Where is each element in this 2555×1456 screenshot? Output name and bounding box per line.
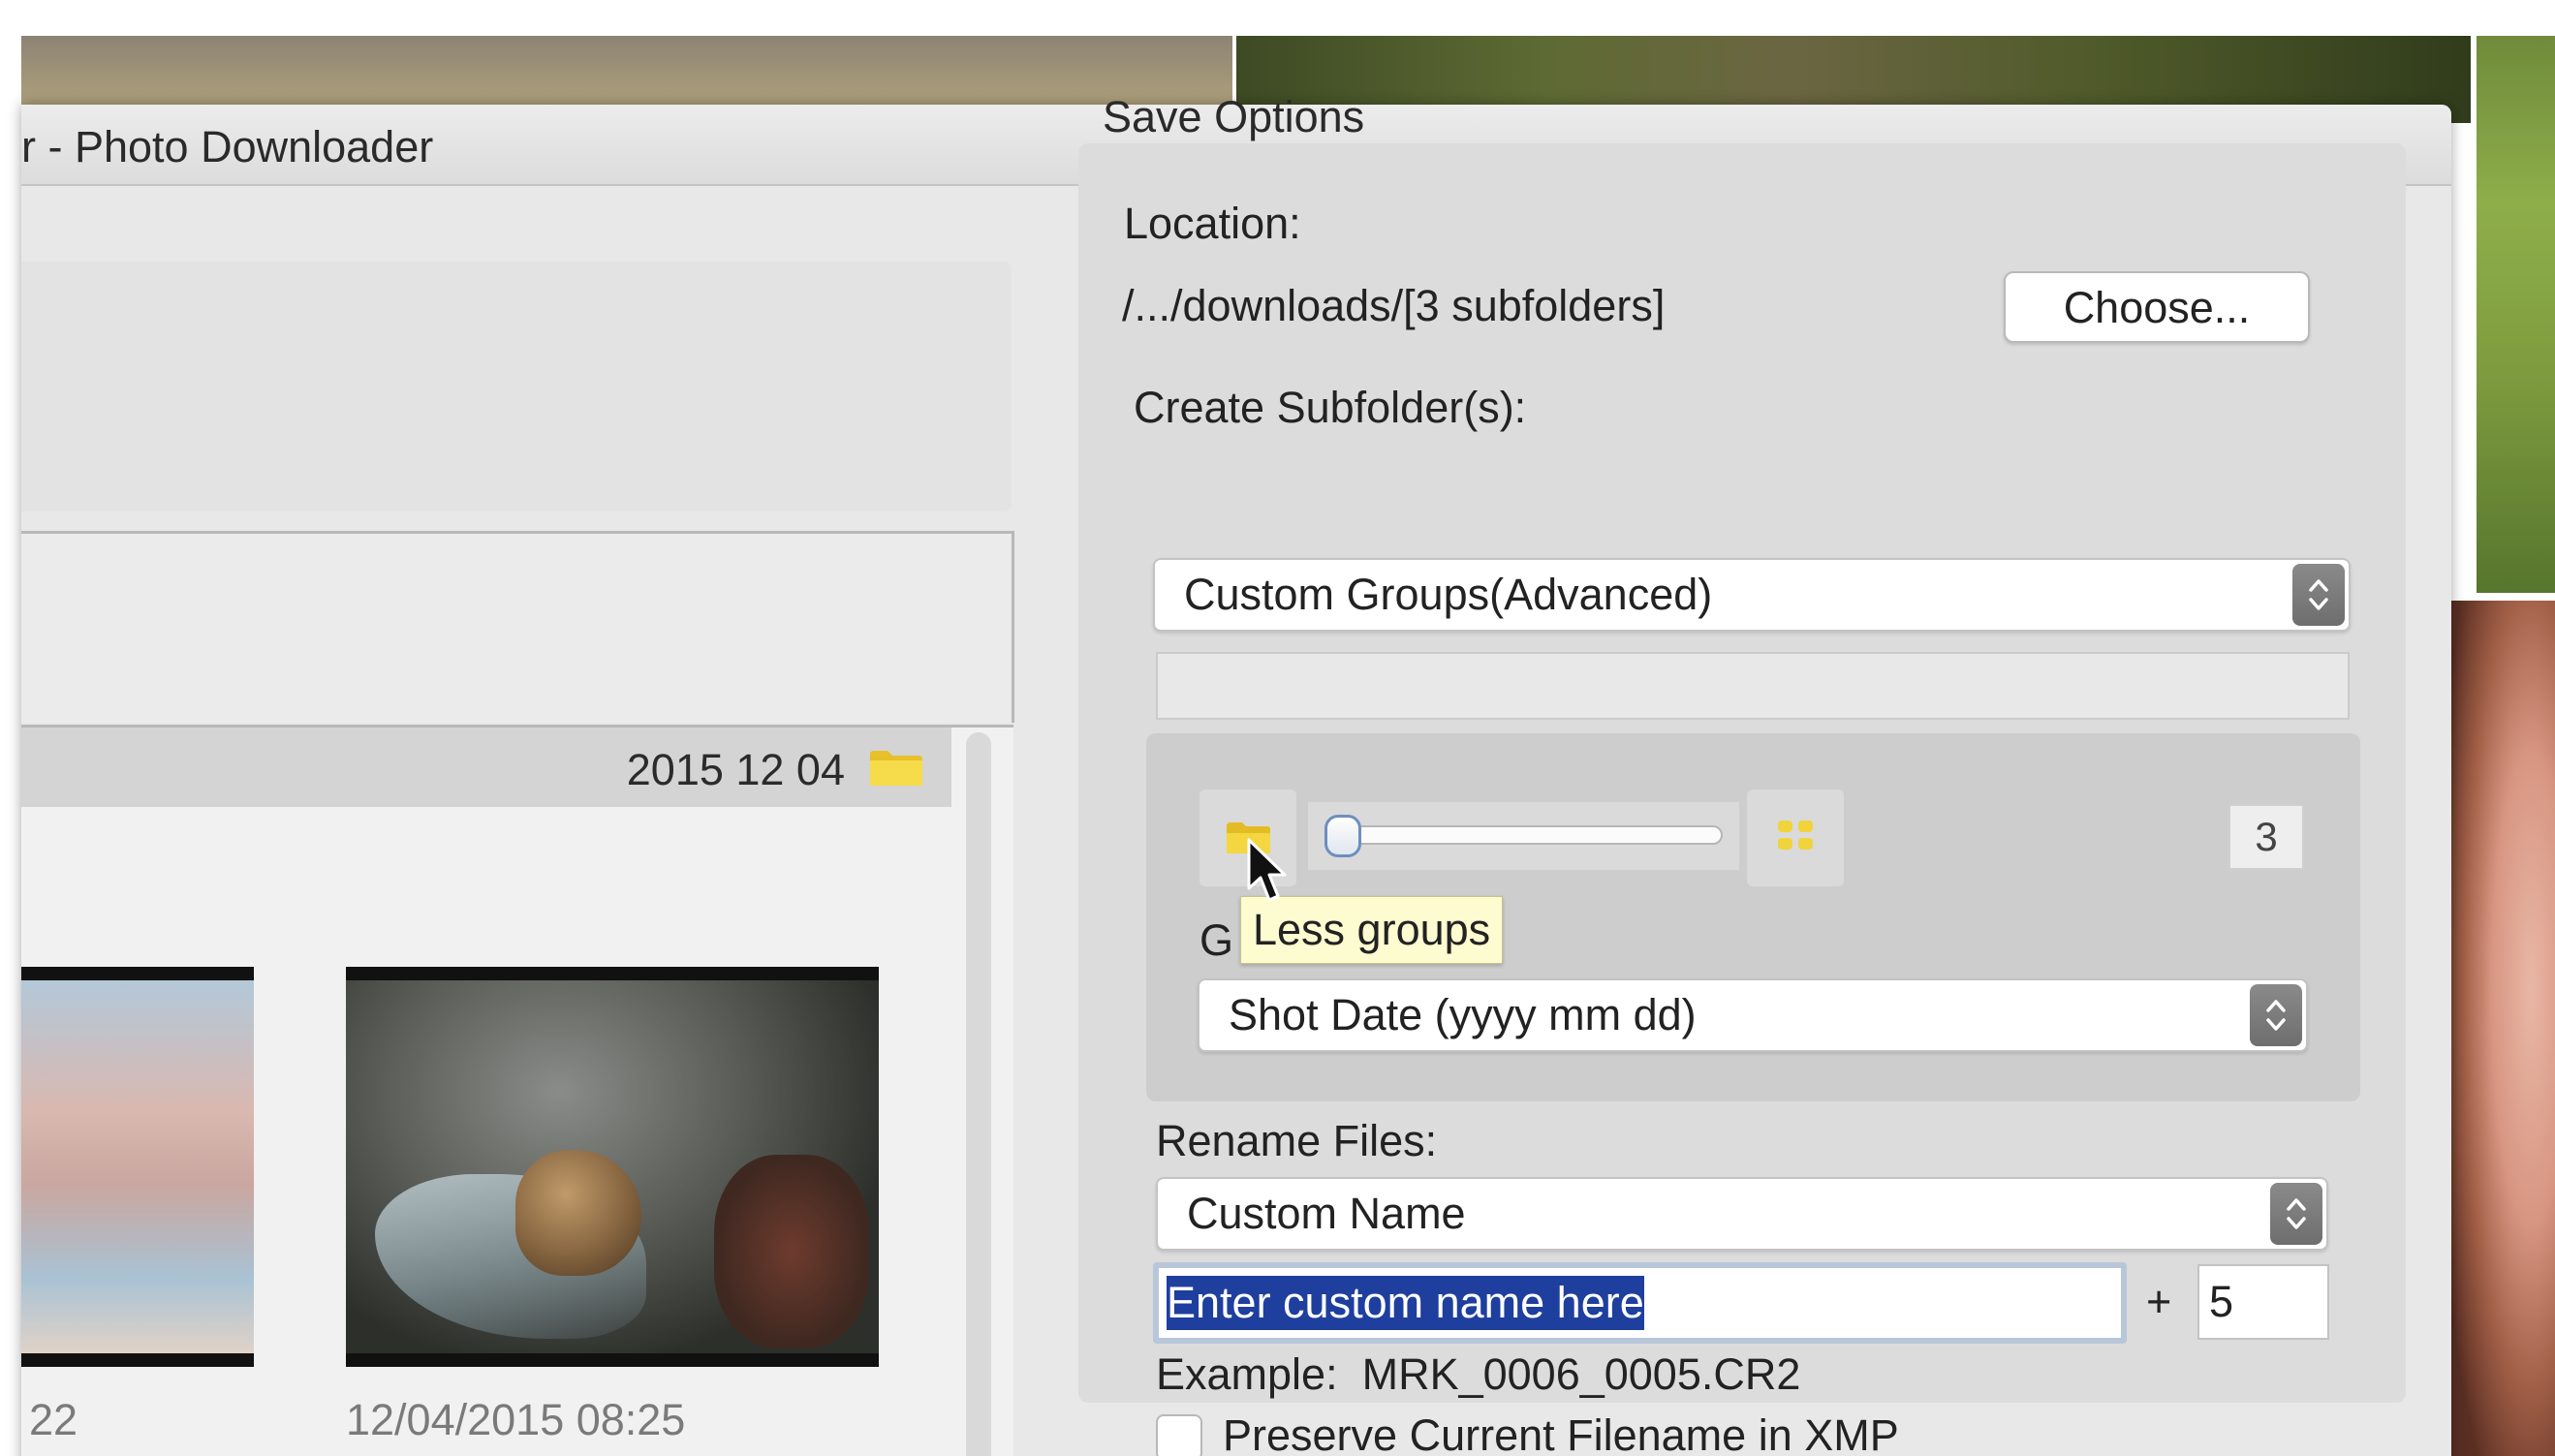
slider-handle[interactable] [1324,815,1361,857]
folder-icon [870,751,922,786]
thumbnail-date: 12/04/2015 08:25 [346,1395,686,1444]
photo-divider [2472,36,2477,106]
thumbnail-detail [714,1155,869,1348]
thumbnail-filename: 2 [29,1447,107,1456]
up-down-chevron-icon [2292,564,2345,626]
slider-track[interactable] [1327,825,1723,845]
rename-files-label: Rename Files: [1156,1116,1438,1165]
sequence-start-input[interactable]: 5 [2197,1264,2329,1340]
choose-location-button[interactable]: Choose... [2004,271,2310,343]
group-date: 2015 12 04 [626,745,845,794]
group-criteria-value: Shot Date (yyyy mm dd) [1229,990,1697,1039]
thumbnail-detail [515,1150,641,1276]
location-label: Location: [1124,199,1301,248]
mouse-pointer-icon [1247,838,1287,902]
photo-divider [2451,593,2555,601]
example-filename: Example: MRK_0006_0005.CR2 [1156,1349,1801,1399]
up-down-chevron-icon [2270,1183,2322,1245]
create-subfolder-label: Create Subfolder(s): [1134,383,1527,432]
info-panel [21,531,1014,723]
background-photo-right-portrait [2451,601,2555,1456]
grid-dots-icon [1778,821,1813,850]
subfolder-mode-value: Custom Groups(Advanced) [1184,570,1713,619]
location-path: /.../downloads/[3 subfolders] [1122,281,1666,330]
subfolder-preview-field [1156,652,2350,720]
window-title: r - Photo Downloader [21,122,434,171]
photo-thumbnail[interactable] [21,967,254,1367]
group-count-slider[interactable] [1308,802,1739,870]
up-down-chevron-icon [2250,984,2302,1046]
list-scrollbar[interactable] [966,732,991,1456]
thumbnail-caption: 22 2 [29,1393,107,1456]
preserve-filename-checkbox[interactable] [1156,1414,1202,1456]
group-label: G [1200,915,1234,965]
screen: r - Photo Downloader 2015 12 04 22 12/04… [0,0,2555,1456]
group-count-value: 3 [2228,804,2304,870]
rename-mode-select[interactable]: Custom Name [1156,1177,2328,1251]
subfolder-mode-select[interactable]: Custom Groups(Advanced) [1153,558,2351,632]
preserve-filename-label: Preserve Current Filename in XMP [1223,1410,1899,1456]
thumbnail-list[interactable]: 2015 12 04 22 2 12/04/2015 08:25 [21,725,1013,1456]
plus-sign: + [2146,1277,2172,1326]
more-groups-button[interactable] [1747,790,1844,886]
thumbnail-date: 22 [29,1395,78,1444]
rename-mode-value: Custom Name [1187,1189,1466,1238]
date-group-header[interactable]: 2015 12 04 [21,728,951,807]
thumbnail-filename: MRK_0010.CR2 [346,1447,685,1456]
background-photo-right-top [2477,36,2555,598]
less-groups-tooltip: Less groups [1240,896,1504,964]
photo-thumbnail[interactable] [346,967,879,1367]
save-options-heading: Save Options [1103,92,1365,141]
thumbnail-caption: 12/04/2015 08:25 MRK_0010.CR2 [346,1393,685,1456]
custom-name-input[interactable]: Enter custom name here [1153,1262,2127,1344]
custom-name-selected-text: Enter custom name here [1167,1276,1644,1330]
group-criteria-select[interactable]: Shot Date (yyyy mm dd) [1198,978,2308,1052]
source-panel [21,262,1012,511]
